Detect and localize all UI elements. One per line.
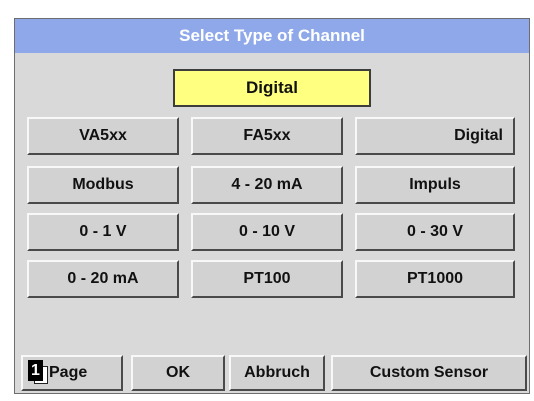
channel-type-button-modbus[interactable]: Modbus bbox=[27, 166, 179, 204]
channel-type-button-impuls[interactable]: Impuls bbox=[355, 166, 515, 204]
selected-channel-type-display: Digital bbox=[173, 69, 371, 107]
channel-type-button-0-1v[interactable]: 0 - 1 V bbox=[27, 213, 179, 251]
custom-sensor-button[interactable]: Custom Sensor bbox=[331, 355, 527, 391]
channel-type-button-0-30v[interactable]: 0 - 30 V bbox=[355, 213, 515, 251]
channel-type-button-4-20ma[interactable]: 4 - 20 mA bbox=[191, 166, 343, 204]
page-button-label: Page bbox=[49, 364, 88, 381]
abbruch-button[interactable]: Abbruch bbox=[229, 355, 325, 391]
dialog-title: Select Type of Channel bbox=[15, 19, 529, 53]
channel-type-button-pt100[interactable]: PT100 bbox=[191, 260, 343, 298]
channel-type-dialog: Select Type of Channel Digital VA5xx FA5… bbox=[14, 18, 530, 394]
page-button[interactable]: 1 Page bbox=[21, 355, 123, 391]
ok-button[interactable]: OK bbox=[131, 355, 225, 391]
channel-type-button-fa5xx[interactable]: FA5xx bbox=[191, 117, 343, 155]
channel-type-button-0-20ma[interactable]: 0 - 20 mA bbox=[27, 260, 179, 298]
channel-type-button-digital[interactable]: Digital bbox=[355, 117, 515, 155]
channel-type-button-0-10v[interactable]: 0 - 10 V bbox=[191, 213, 343, 251]
channel-type-button-pt1000[interactable]: PT1000 bbox=[355, 260, 515, 298]
channel-type-button-va5xx[interactable]: VA5xx bbox=[27, 117, 179, 155]
page-icon: 1 bbox=[28, 360, 50, 386]
page-number-badge: 1 bbox=[28, 360, 43, 381]
